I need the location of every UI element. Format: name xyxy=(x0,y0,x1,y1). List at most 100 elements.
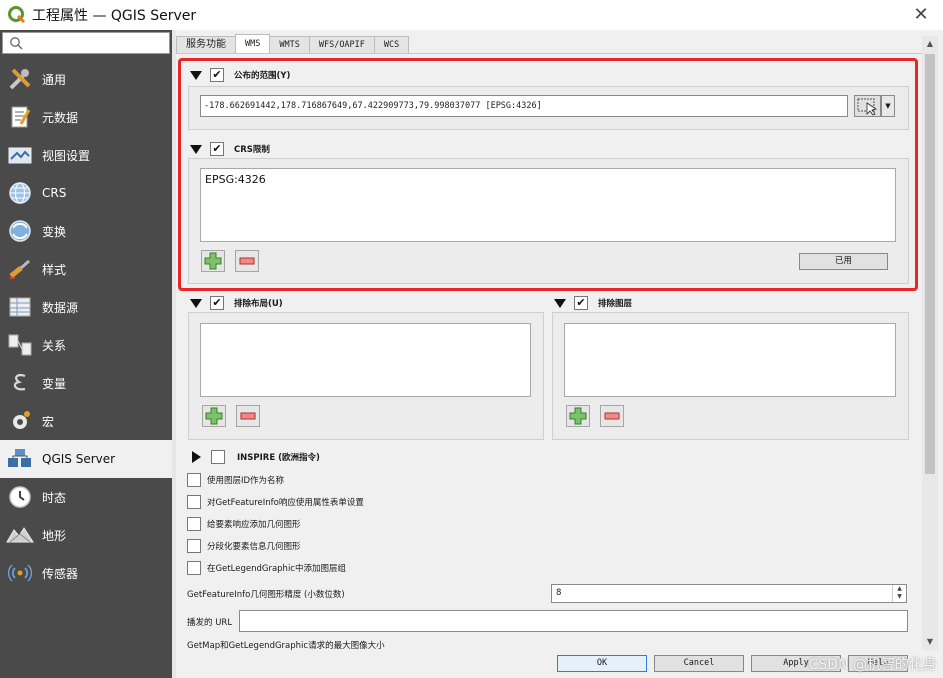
exclude-layouts-list[interactable] xyxy=(200,323,531,397)
spin-arrows-icon[interactable]: ▲ ▼ xyxy=(892,585,906,602)
tab-wfs-oapif[interactable]: WFS/OAPIF xyxy=(308,36,375,53)
sidebar-item-label: 变换 xyxy=(42,224,67,239)
sidebar-item-label: CRS xyxy=(42,186,67,200)
sidebar-item-label: 视图设置 xyxy=(42,148,91,163)
globe-crs-icon xyxy=(6,179,34,207)
window-title: 工程属性 — QGIS Server xyxy=(32,8,197,24)
search-input[interactable] xyxy=(27,35,165,51)
transform-icon xyxy=(6,217,34,245)
collapse-arrow-icon[interactable] xyxy=(190,298,202,308)
precision-spinbox[interactable]: 8 ▲ ▼ xyxy=(551,584,907,603)
sidebar-item-datasource[interactable]: 数据源 xyxy=(0,288,172,326)
option-label: 对GetFeatureInfo响应使用属性表单设置 xyxy=(207,498,364,508)
use-layer-ids-checkbox[interactable] xyxy=(187,473,201,487)
exclude-layouts-label: 排除布局(U) xyxy=(234,299,283,309)
tab-wmts[interactable]: WMTS xyxy=(269,36,310,53)
sidebar-item-style[interactable]: 样式 xyxy=(0,250,172,288)
expand-arrow-icon[interactable] xyxy=(192,451,201,463)
sidebar-item-label: 元数据 xyxy=(42,110,79,125)
inspire-header: INSPIRE (欧洲指令) xyxy=(192,450,320,464)
option-label: 给要素响应添加几何图形 xyxy=(207,520,301,530)
option-label: 使用图层ID作为名称 xyxy=(207,476,285,486)
minus-icon xyxy=(604,412,620,420)
option-segmentize-geometry[interactable]: 分段化要素信息几何图形 xyxy=(187,539,301,553)
panel-scrollbar[interactable]: ▲ ▼ xyxy=(922,36,938,650)
scroll-up-icon[interactable]: ▲ xyxy=(922,36,938,52)
exclude-layers-list[interactable] xyxy=(564,323,896,397)
option-add-geometry[interactable]: 给要素响应添加几何图形 xyxy=(187,517,301,531)
sidebar-item-variables[interactable]: 变量 xyxy=(0,364,172,402)
add-geometry-checkbox[interactable] xyxy=(187,517,201,531)
legend-groups-checkbox[interactable] xyxy=(187,561,201,575)
advertised-url-label: 播发的 URL xyxy=(187,618,233,628)
sidebar-item-label: 关系 xyxy=(42,338,67,353)
sidebar-item-label: 数据源 xyxy=(42,300,79,315)
collapse-arrow-icon[interactable] xyxy=(554,298,566,308)
sidebar-item-general[interactable]: 通用 xyxy=(0,60,172,98)
sidebar-item-label: 地形 xyxy=(42,528,67,543)
variable-epsilon-icon xyxy=(6,369,34,397)
option-legend-groups[interactable]: 在GetLegendGraphic中添加图层组 xyxy=(187,561,346,575)
option-use-layer-ids[interactable]: 使用图层ID作为名称 xyxy=(187,473,284,487)
remove-layer-button[interactable] xyxy=(600,405,624,427)
use-attribute-form-checkbox[interactable] xyxy=(187,495,201,509)
sidebar-item-transform[interactable]: 变换 xyxy=(0,212,172,250)
sidebar-item-sensors[interactable]: 传感器 xyxy=(0,554,172,592)
option-use-attribute-form[interactable]: 对GetFeatureInfo响应使用属性表单设置 xyxy=(187,495,364,509)
datasource-icon xyxy=(6,293,34,321)
tab-wms[interactable]: WMS xyxy=(235,34,271,53)
inspire-label: INSPIRE (欧洲指令) xyxy=(237,453,320,463)
sidebar-item-qgis-server[interactable]: QGIS Server xyxy=(0,440,172,478)
relations-icon xyxy=(6,331,34,359)
server-icon xyxy=(6,445,34,473)
exclude-layers-label: 排除图层 xyxy=(598,299,633,309)
sidebar-item-view-settings[interactable]: 视图设置 xyxy=(0,136,172,174)
sensor-icon xyxy=(6,559,34,587)
ok-button[interactable]: OK xyxy=(557,655,647,672)
search-box[interactable] xyxy=(2,32,170,54)
qgis-logo-icon xyxy=(8,6,26,24)
option-label: 分段化要素信息几何图形 xyxy=(207,542,301,552)
sidebar-nav: 通用 元数据 视图设置 CRS 变换 样式 数据源 关系 变量 宏 QGIS S… xyxy=(0,60,172,592)
title-bar: 工程属性 — QGIS Server ✕ xyxy=(0,0,943,30)
macro-gear-icon xyxy=(6,407,34,435)
terrain-icon xyxy=(6,521,34,549)
precision-label: GetFeatureInfo几何图形精度 (小数位数) xyxy=(187,590,345,600)
clock-icon xyxy=(6,483,34,511)
sidebar-item-label: 样式 xyxy=(42,262,67,277)
sidebar-item-label: QGIS Server xyxy=(42,452,116,466)
add-layout-button[interactable] xyxy=(202,405,226,427)
scroll-thumb[interactable] xyxy=(925,54,935,474)
inspire-checkbox[interactable] xyxy=(211,450,225,464)
exclude-layouts-header: ✔ 排除布局(U) xyxy=(190,296,283,310)
sidebar-item-temporal[interactable]: 时态 xyxy=(0,478,172,516)
exclude-layouts-checkbox[interactable]: ✔ xyxy=(210,296,224,310)
scroll-down-icon[interactable]: ▼ xyxy=(922,634,938,650)
search-icon xyxy=(10,37,23,50)
metadata-icon xyxy=(6,103,34,131)
exclude-layers-header: ✔ 排除图层 xyxy=(554,296,632,310)
remove-layout-button[interactable] xyxy=(236,405,260,427)
tools-icon xyxy=(6,65,34,93)
sidebar-item-terrain[interactable]: 地形 xyxy=(0,516,172,554)
exclude-layers-checkbox[interactable]: ✔ xyxy=(574,296,588,310)
tab-service-capabilities[interactable]: 服务功能 xyxy=(176,36,236,53)
sidebar-item-label: 时态 xyxy=(42,490,67,505)
tab-wcs[interactable]: WCS xyxy=(373,36,410,53)
sidebar-item-macros[interactable]: 宏 xyxy=(0,402,172,440)
paintbrush-icon xyxy=(6,255,34,283)
highlight-annotation xyxy=(178,58,918,291)
advertised-url-input[interactable] xyxy=(239,610,908,632)
sidebar-item-metadata[interactable]: 元数据 xyxy=(0,98,172,136)
sidebar-item-label: 宏 xyxy=(42,414,55,429)
segmentize-geometry-checkbox[interactable] xyxy=(187,539,201,553)
sidebar-item-label: 变量 xyxy=(42,376,67,391)
plus-icon xyxy=(569,407,587,425)
add-layer-button[interactable] xyxy=(566,405,590,427)
sidebar-item-label: 传感器 xyxy=(42,566,79,581)
cancel-button[interactable]: Cancel xyxy=(654,655,744,672)
sidebar-item-relations[interactable]: 关系 xyxy=(0,326,172,364)
close-icon[interactable]: ✕ xyxy=(909,3,933,27)
view-settings-icon xyxy=(6,141,34,169)
sidebar-item-crs[interactable]: CRS xyxy=(0,174,172,212)
